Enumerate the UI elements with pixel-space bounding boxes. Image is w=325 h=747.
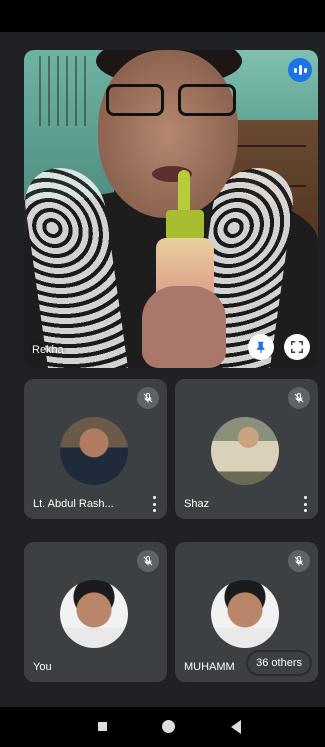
mic-off-icon (137, 387, 159, 409)
system-nav-bar (0, 707, 325, 747)
speaker-hand (142, 286, 226, 368)
more-options-icon[interactable] (300, 496, 310, 512)
others-count-chip[interactable]: 36 others (248, 652, 310, 674)
more-options-icon[interactable] (149, 496, 159, 512)
participant-name: Shaz (184, 498, 210, 510)
meeting-grid: Rekha Lt. Abdul Rash... Shaz You MUHAMM … (0, 32, 325, 707)
participant-tile[interactable]: Lt. Abdul Rash... (24, 379, 167, 519)
home-circle-icon[interactable] (162, 720, 175, 733)
pin-icon (256, 341, 265, 354)
status-bar (0, 0, 325, 32)
background-window (32, 56, 87, 126)
mic-off-icon (288, 387, 310, 409)
audio-level-icon (288, 58, 312, 82)
fullscreen-icon (291, 341, 303, 353)
fullscreen-button[interactable] (284, 334, 310, 360)
back-triangle-icon[interactable] (231, 720, 241, 734)
mic-off-icon (137, 550, 159, 572)
participant-tile[interactable]: MUHAMM 36 others (175, 542, 318, 682)
main-speaker-name: Rekha (32, 344, 64, 356)
avatar (211, 417, 279, 485)
recents-square-icon[interactable] (98, 722, 107, 731)
participant-name: MUHAMM (184, 661, 235, 673)
avatar (60, 580, 128, 648)
participant-tile[interactable]: You (24, 542, 167, 682)
speaker-glasses (106, 84, 236, 116)
pin-button[interactable] (248, 334, 274, 360)
avatar (60, 417, 128, 485)
mic-off-icon (288, 550, 310, 572)
participant-tile[interactable]: Shaz (175, 379, 318, 519)
main-speaker-tile[interactable]: Rekha (24, 50, 318, 368)
participant-name: Lt. Abdul Rash... (33, 498, 114, 510)
participant-name: You (33, 661, 52, 673)
avatar (211, 580, 279, 648)
